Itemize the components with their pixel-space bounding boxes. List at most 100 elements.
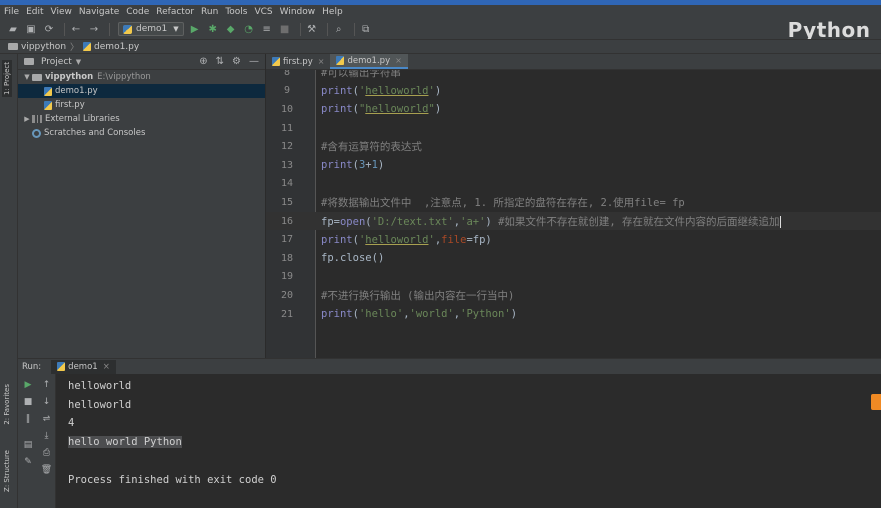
menu-file[interactable]: File [4,7,19,17]
line-number: 15 [280,196,294,208]
favorites-tool-tab[interactable]: 2: Favorites [3,384,11,425]
pause-icon[interactable]: ‖ [22,413,34,425]
collapsed-triangle-icon[interactable]: ▶ [22,115,32,123]
project-tool-tab[interactable]: 1: Project [2,60,12,97]
menu-window[interactable]: Window [280,7,316,17]
tab-first-py[interactable]: first.py × [266,54,330,69]
trash-icon[interactable]: 🗑 [41,464,53,476]
search-icon[interactable]: ⌕ [332,22,346,36]
tree-external-libraries[interactable]: ▶ External Libraries [18,112,265,126]
code-text: print(3+1) [321,159,385,172]
line-number: 14 [280,178,294,190]
save-icon[interactable]: ▣ [24,22,38,36]
menu-refactor[interactable]: Refactor [156,7,194,17]
structure-tool-tab[interactable]: Z: Structure [3,450,11,492]
forward-arrow-icon[interactable]: → [87,22,101,36]
project-panel-header: Project ▼ ⊕ ⇅ ⚙ — [18,54,265,70]
close-icon[interactable]: × [103,362,110,372]
code-line[interactable]: 18 fp.close() [266,249,881,268]
menu-run[interactable]: Run [201,7,218,17]
code-editor[interactable]: 8 #可以输出字符串 9 print('helloworld') 10 print("he… [266,70,881,358]
collapse-all-icon[interactable]: ⇅ [216,56,224,67]
close-icon[interactable]: × [395,56,402,65]
rerun-icon[interactable]: ▶ [22,379,34,391]
pin-icon[interactable]: ✎ [22,456,34,468]
menu-vcs[interactable]: VCS [254,7,272,17]
soft-wrap-icon[interactable]: ⇌ [41,413,53,425]
breadcrumb-separator: 〉 [70,43,80,53]
down-arrow-icon[interactable]: ↓ [41,396,53,408]
expand-triangle-icon[interactable]: ▼ [22,73,32,81]
code-line[interactable]: 19 [266,268,881,287]
menu-help[interactable]: Help [322,7,343,17]
up-arrow-icon[interactable]: ↑ [41,379,53,391]
stop-icon[interactable]: ■ [22,396,34,408]
code-line[interactable]: 15 #将数据输出文件中 ,注意点, 1. 所指定的盘符在存在, 2.使用file… [266,193,881,212]
console-output[interactable]: helloworld helloworld 4 hello world Python P… [56,374,881,508]
debug-bug-icon[interactable]: ✱ [206,22,220,36]
scroll-to-end-icon[interactable]: ⤓ [41,430,53,442]
tree-root-vippython[interactable]: ▼ vippython E:\vippython [18,70,265,84]
code-line[interactable]: 10 print("helloworld") [266,100,881,119]
menu-tools[interactable]: Tools [225,7,247,17]
layout-icon[interactable]: ▤ [22,439,34,451]
code-line[interactable]: 17 print('helloworld',file=fp) [266,230,881,249]
print-icon[interactable]: ⎙ [41,447,53,459]
gear-icon[interactable]: ⚙ [232,56,241,67]
console-line: helloworld [68,380,132,392]
project-panel-title[interactable]: Project [41,57,72,67]
code-line[interactable]: 13 print(3+1) [266,156,881,175]
tree-file-demo1[interactable]: demo1.py [18,84,265,98]
toolbar-divider [326,22,328,36]
chevron-down-icon[interactable]: ▼ [76,58,81,66]
code-text: print('helloworld',file=fp) [321,233,492,246]
run-icon[interactable]: ▶ [188,22,202,36]
hide-panel-icon[interactable]: — [249,56,259,67]
line-number: 17 [280,234,294,246]
concurrency-icon[interactable]: ≡ [260,22,274,36]
plugin-icon[interactable]: ⧉ [359,22,373,36]
chevron-down-icon: ▼ [173,25,179,33]
breadcrumb-project[interactable]: vippython [21,42,66,52]
code-line[interactable]: 21 print('hello','world','Python') [266,305,881,324]
breadcrumb-file[interactable]: demo1.py [94,42,139,52]
close-icon[interactable]: × [318,57,325,66]
line-number: 10 [280,103,294,115]
code-line[interactable]: 12 #含有运算符的表达式 [266,137,881,156]
code-line[interactable]: 20 #不进行换行输出 (输出内容在一行当中) [266,286,881,305]
menu-navigate[interactable]: Navigate [79,7,119,17]
open-folder-icon[interactable]: ▰ [6,22,20,36]
text-caret [779,215,781,228]
run-tab-demo1[interactable]: demo1 × [51,359,116,374]
line-number: 16 [280,215,294,227]
line-number: 9 [283,85,291,97]
sync-icon[interactable]: ⟳ [42,22,56,36]
console-line: Process finished with exit code 0 [68,473,277,486]
run-config-select[interactable]: demo1 ▼ [118,22,184,36]
stop-icon[interactable]: ■ [278,22,292,36]
python-file-icon [123,24,132,34]
code-line[interactable]: 8 #可以输出字符串 [266,70,881,82]
line-number: 12 [280,141,294,153]
tree-file-first[interactable]: first.py [18,98,265,112]
code-text: print("helloworld") [321,103,442,116]
wrench-icon[interactable]: ⚒ [305,22,319,36]
code-line[interactable]: 11 [266,119,881,138]
notification-badge-icon[interactable] [871,394,881,410]
python-file-icon [336,56,345,65]
menu-view[interactable]: View [51,7,72,17]
menu-code[interactable]: Code [126,7,149,17]
profile-icon[interactable]: ◔ [242,22,256,36]
run-toolbar-secondary: ↑ ↓ ⇌ ⤓ ⎙ 🗑 [38,374,56,508]
tab-demo1-py[interactable]: demo1.py × [330,54,408,69]
tree-scratches[interactable]: Scratches and Consoles [18,126,265,140]
run-toolbar-primary: ▶ ■ ‖ ▤ ✎ [18,374,38,508]
back-arrow-icon[interactable]: ← [69,22,83,36]
code-line[interactable]: 16 fp=open('D:/text.txt','a+') #如果文件不存在就创… [266,211,881,231]
menu-edit[interactable]: Edit [26,7,43,17]
coverage-icon[interactable]: ◆ [224,22,238,36]
code-line[interactable]: 14 [266,175,881,194]
locate-target-icon[interactable]: ⊕ [199,56,207,67]
toolbar-divider [299,22,301,36]
code-line[interactable]: 9 print('helloworld') [266,82,881,101]
